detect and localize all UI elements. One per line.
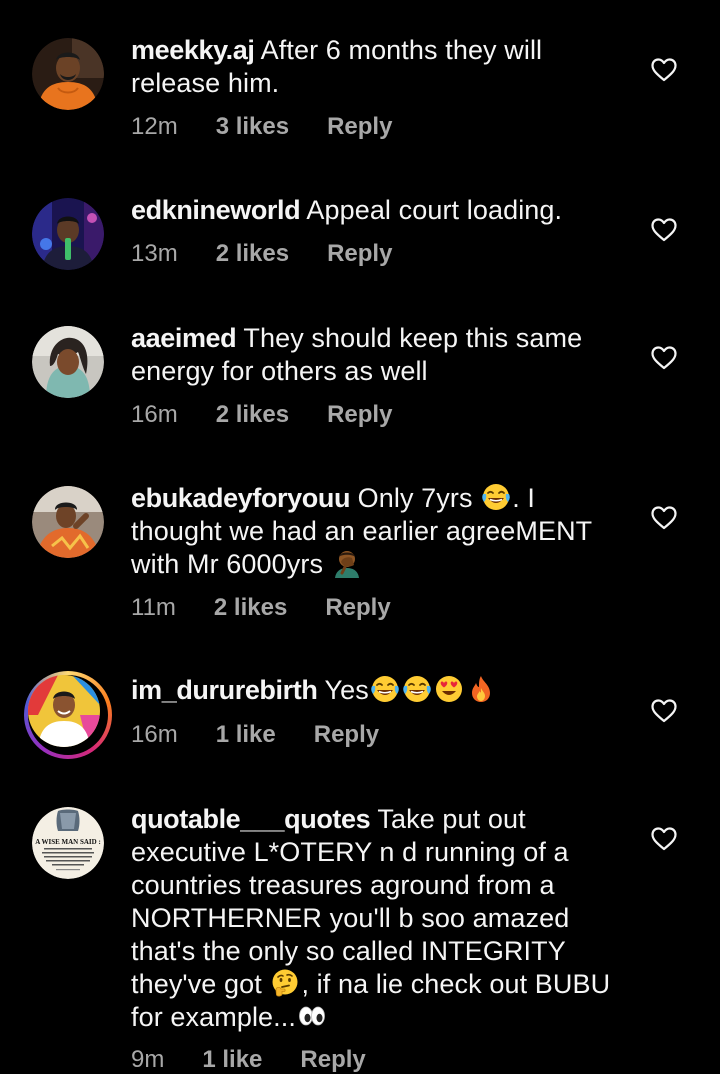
comment-username[interactable]: quotable___quotes — [131, 804, 371, 834]
comment-text: quotable___quotes Take put out executive… — [131, 803, 631, 1034]
comment-body: Yes — [324, 675, 369, 705]
avatar — [28, 675, 100, 747]
avatar[interactable] — [32, 486, 104, 558]
heart-outline-icon[interactable] — [651, 218, 677, 242]
comment-likes[interactable]: 1 like — [216, 721, 276, 749]
heart-outline-icon[interactable] — [651, 58, 677, 82]
comment-username[interactable]: aaeimed — [131, 323, 237, 353]
comment-text: edknineworld Appeal court loading. — [131, 194, 631, 227]
heart-outline-icon[interactable] — [651, 699, 677, 723]
comment-username[interactable]: im_dururebirth — [131, 675, 318, 705]
comment-text: im_dururebirth Yes — [131, 674, 631, 707]
comment-text: meekky.aj After 6 months they will relea… — [131, 34, 631, 100]
comment-time: 16m — [131, 401, 178, 428]
avatar[interactable] — [32, 38, 104, 110]
comment-meta: 11m 2 likes Reply — [131, 594, 391, 622]
comment-username[interactable]: meekky.aj — [131, 35, 255, 65]
comment-time: 13m — [131, 240, 178, 267]
reply-button[interactable]: Reply — [314, 721, 379, 749]
person-facepalming-emoji — [332, 548, 362, 578]
smiling-face-with-heart-eyes-emoji — [434, 674, 464, 704]
comment-time: 11m — [131, 594, 176, 621]
avatar[interactable] — [32, 326, 104, 398]
reply-button[interactable]: Reply — [327, 401, 392, 429]
comment-meta: 16m 1 like Reply — [131, 721, 379, 749]
comment-text: ebukadeyforyouu Only 7yrs . I thought we… — [131, 482, 631, 581]
heart-outline-icon[interactable] — [651, 346, 677, 370]
heart-outline-icon[interactable] — [651, 506, 677, 530]
thinking-face-emoji — [270, 968, 300, 998]
reply-button[interactable]: Reply — [327, 240, 392, 268]
face-with-tears-of-joy-emoji — [370, 674, 400, 704]
heart-outline-icon[interactable] — [651, 827, 677, 851]
face-with-tears-of-joy-emoji — [402, 674, 432, 704]
comment-time: 12m — [131, 113, 178, 140]
comment-body: Only 7yrs — [357, 483, 473, 513]
fire-emoji — [466, 674, 496, 704]
reply-button[interactable]: Reply — [325, 594, 390, 622]
avatar[interactable]: A WISE MAN SAID : — [32, 807, 104, 879]
comment-username[interactable]: ebukadeyforyouu — [131, 483, 350, 513]
avatar-story-ring[interactable] — [24, 671, 112, 759]
comment-body: Appeal court loading. — [306, 195, 563, 225]
comment-likes[interactable]: 2 likes — [216, 401, 289, 429]
comment-username[interactable]: edknineworld — [131, 195, 301, 225]
reply-button[interactable]: Reply — [327, 113, 392, 141]
comment-likes[interactable]: 2 likes — [214, 594, 287, 622]
comment-time: 16m — [131, 721, 178, 748]
eyes-emoji — [297, 1001, 327, 1031]
comment-meta: 12m 3 likes Reply — [131, 113, 392, 141]
comment-text: aaeimed They should keep this same energ… — [131, 322, 631, 388]
avatar[interactable] — [32, 198, 104, 270]
comment-meta: 16m 2 likes Reply — [131, 401, 392, 429]
avatar-caption: A WISE MAN SAID : — [35, 838, 101, 846]
comment-likes[interactable]: 3 likes — [216, 113, 289, 141]
comment-meta: 13m 2 likes Reply — [131, 240, 392, 268]
comment-likes[interactable]: 2 likes — [216, 240, 289, 268]
face-with-tears-of-joy-emoji — [481, 482, 511, 512]
